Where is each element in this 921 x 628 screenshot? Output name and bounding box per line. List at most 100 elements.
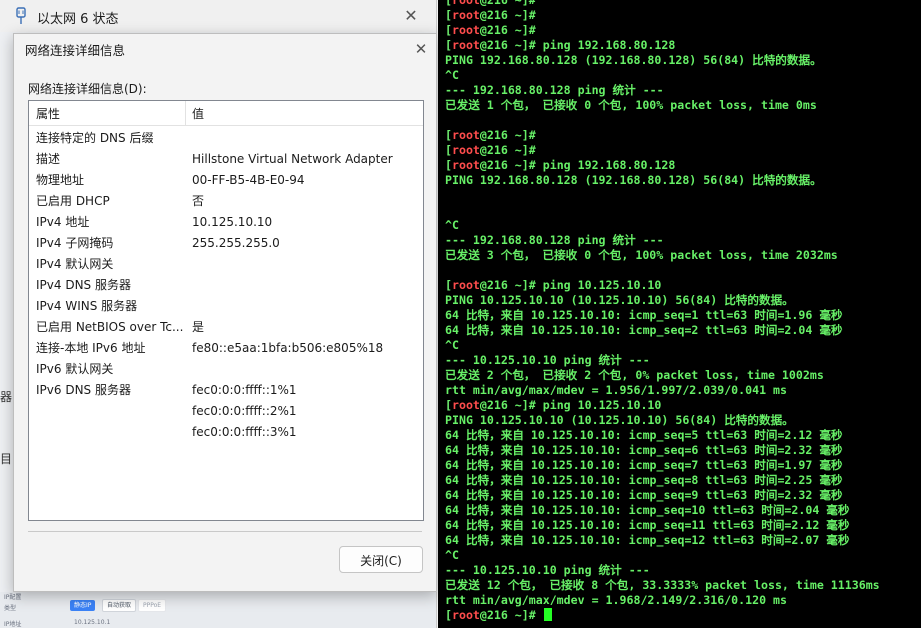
column-header-property[interactable]: 属性 xyxy=(36,105,60,122)
row-property[interactable]: 描述 xyxy=(36,149,60,170)
pppoe-button[interactable]: PPPoE xyxy=(138,599,167,612)
divider xyxy=(28,531,422,532)
terminal-output-line: ^C xyxy=(445,338,459,352)
prompt-host: @216 ~]# xyxy=(479,38,543,52)
terminal-output-line: 64 比特，来自 10.125.10.10: icmp_seq=2 ttl=63… xyxy=(445,323,843,337)
terminal-output-line: 已发送 12 个包， 已接收 8 个包, 33.3333% packet los… xyxy=(445,578,880,592)
network-connection-details-dialog: 网络连接详细信息 ✕ 网络连接详细信息(D): 属性 值 连接特定的 DNS 后… xyxy=(13,33,437,592)
row-value[interactable]: 否 xyxy=(192,191,204,212)
close-button[interactable]: 关闭(C) xyxy=(339,546,423,573)
ethernet-status-titlebar: 以太网 6 状态 ✕ xyxy=(0,0,436,32)
row-value[interactable]: Hillstone Virtual Network Adapter xyxy=(192,149,393,170)
prompt-user: root xyxy=(451,0,480,7)
terminal-prompt-line: [root@216 ~]# xyxy=(445,0,543,8)
close-icon[interactable]: ✕ xyxy=(398,4,424,28)
row-property[interactable]: 连接-本地 IPv6 地址 xyxy=(36,338,145,359)
network-adapter-icon xyxy=(16,7,26,24)
static-ip-button[interactable]: 静态IP xyxy=(70,600,96,611)
prompt-command: ping 192.168.80.128 xyxy=(542,38,676,52)
dhcp-button[interactable]: 自动获取 xyxy=(102,599,137,612)
prompt-host: @216 ~]# xyxy=(479,128,543,142)
prompt-bracket: [ xyxy=(445,143,452,157)
prompt-host: @216 ~]# xyxy=(479,278,543,292)
row-value[interactable]: 255.255.255.0 xyxy=(192,233,280,254)
row-property[interactable]: IPv4 WINS 服务器 xyxy=(36,296,137,317)
list-header: 属性 值 xyxy=(29,101,423,126)
type-label: 类型 xyxy=(4,605,17,612)
ip-config-label: IP配置 xyxy=(4,594,22,601)
terminal-prompt-line: [root@216 ~]# xyxy=(445,8,543,23)
edge-text: 器 xyxy=(0,390,13,404)
terminal-window[interactable]: [root@216 ~]# [root@216 ~]# [root@216 ~]… xyxy=(438,0,921,628)
terminal-output-line: PING 10.125.10.10 (10.125.10.10) 56(84) … xyxy=(445,293,794,307)
terminal-output-line: 64 比特，来自 10.125.10.10: icmp_seq=8 ttl=63… xyxy=(445,473,843,487)
row-property[interactable]: IPv4 子网掩码 xyxy=(36,233,113,254)
prompt-command: ping 10.125.10.10 xyxy=(542,398,662,412)
row-value[interactable]: 00-FF-B5-4B-E0-94 xyxy=(192,170,305,191)
prompt-bracket: [ xyxy=(445,0,452,7)
prompt-user: root xyxy=(451,23,480,37)
terminal-output-line: 已发送 1 个包， 已接收 0 个包, 100% packet loss, ti… xyxy=(445,98,817,112)
prompt-host: @216 ~]# xyxy=(479,8,543,22)
row-value[interactable]: fec0:0:0:ffff::1%1 xyxy=(192,380,297,401)
terminal-output-line: PING 192.168.80.128 (192.168.80.128) 56(… xyxy=(445,173,822,187)
terminal-output-line: 64 比特，来自 10.125.10.10: icmp_seq=1 ttl=63… xyxy=(445,308,843,322)
prompt-user: root xyxy=(451,278,480,292)
row-property[interactable]: IPv6 DNS 服务器 xyxy=(36,380,131,401)
terminal-output-line: ^C xyxy=(445,548,459,562)
row-property[interactable]: 已启用 DHCP xyxy=(36,191,110,212)
prompt-host: @216 ~]# xyxy=(479,0,543,7)
prompt-user: root xyxy=(451,158,480,172)
row-value[interactable]: 10.125.10.10 xyxy=(192,212,272,233)
row-value[interactable]: fec0:0:0:ffff::2%1 xyxy=(192,401,297,422)
terminal-output-line: 64 比特，来自 10.125.10.10: icmp_seq=11 ttl=6… xyxy=(445,518,850,532)
prompt-host: @216 ~]# xyxy=(479,158,543,172)
prompt-user: root xyxy=(451,143,480,157)
row-property[interactable]: IPv4 DNS 服务器 xyxy=(36,275,131,296)
row-value[interactable]: fec0:0:0:ffff::3%1 xyxy=(192,422,297,443)
row-value[interactable]: fe80::e5aa:1bfa:b506:e805%18 xyxy=(192,338,383,359)
prompt-bracket: [ xyxy=(445,23,452,37)
terminal-output-line: PING 10.125.10.10 (10.125.10.10) 56(84) … xyxy=(445,413,794,427)
terminal-output-line: 64 比特，来自 10.125.10.10: icmp_seq=6 ttl=63… xyxy=(445,443,843,457)
prompt-user: root xyxy=(451,38,480,52)
terminal-output-line: 64 比特，来自 10.125.10.10: icmp_seq=10 ttl=6… xyxy=(445,503,850,517)
terminal-output-line: 64 比特，来自 10.125.10.10: icmp_seq=5 ttl=63… xyxy=(445,428,843,442)
close-icon[interactable]: ✕ xyxy=(410,38,432,60)
row-property[interactable]: IPv4 默认网关 xyxy=(36,254,113,275)
terminal-output-line: ^C xyxy=(445,68,459,82)
ip-address-value: 10.125.10.1 xyxy=(74,619,111,626)
prompt-host: @216 ~]# xyxy=(479,23,543,37)
prompt-command: ping 10.125.10.10 xyxy=(542,278,662,292)
prompt-bracket: [ xyxy=(445,128,452,142)
prompt-host: @216 ~]# xyxy=(479,143,543,157)
row-property[interactable]: 连接特定的 DNS 后缀 xyxy=(36,128,153,149)
terminal-output-line: PING 192.168.80.128 (192.168.80.128) 56(… xyxy=(445,53,822,67)
row-property[interactable]: 已启用 NetBIOS over Tc... xyxy=(36,317,183,338)
terminal-output-line: ^C xyxy=(445,218,459,232)
prompt-host: @216 ~]# xyxy=(479,608,543,622)
row-property[interactable]: IPv6 默认网关 xyxy=(36,359,113,380)
column-header-value[interactable]: 值 xyxy=(192,105,204,122)
prompt-host: @216 ~]# xyxy=(479,398,543,412)
row-property[interactable]: 物理地址 xyxy=(36,170,84,191)
column-divider[interactable] xyxy=(185,101,186,125)
row-value[interactable]: 是 xyxy=(192,317,204,338)
terminal-prompt-line: [root@216 ~]# ping 10.125.10.10 xyxy=(445,398,661,413)
terminal-output-line: 64 比特，来自 10.125.10.10: icmp_seq=9 ttl=63… xyxy=(445,488,843,502)
terminal-output-line: --- 10.125.10.10 ping 统计 --- xyxy=(445,563,650,577)
terminal-prompt-line: [root@216 ~]# ping 10.125.10.10 xyxy=(445,278,661,293)
terminal-prompt-line: [root@216 ~]# ping 192.168.80.128 xyxy=(445,38,675,53)
prompt-user: root xyxy=(451,8,480,22)
prompt-bracket: [ xyxy=(445,38,452,52)
terminal-output-line: rtt min/avg/max/mdev = 1.956/1.997/2.039… xyxy=(445,383,788,397)
prompt-bracket: [ xyxy=(445,608,452,622)
ip-config-panel: IP配置 类型 IP地址 静态IP 自动获取 PPPoE 10.125.10.1 xyxy=(0,592,436,628)
terminal-output-line: 已发送 3 个包， 已接收 0 个包, 100% packet loss, ti… xyxy=(445,248,838,262)
terminal-output-line: --- 192.168.80.128 ping 统计 --- xyxy=(445,233,664,247)
prompt-command: ping 192.168.80.128 xyxy=(542,158,676,172)
edge-text: 目 xyxy=(0,452,13,466)
details-list[interactable]: 属性 值 连接特定的 DNS 后缀 描述 Hillstone Virtual Net… xyxy=(28,100,424,521)
terminal-output-line: 64 比特，来自 10.125.10.10: icmp_seq=7 ttl=63… xyxy=(445,458,843,472)
row-property[interactable]: IPv4 地址 xyxy=(36,212,89,233)
